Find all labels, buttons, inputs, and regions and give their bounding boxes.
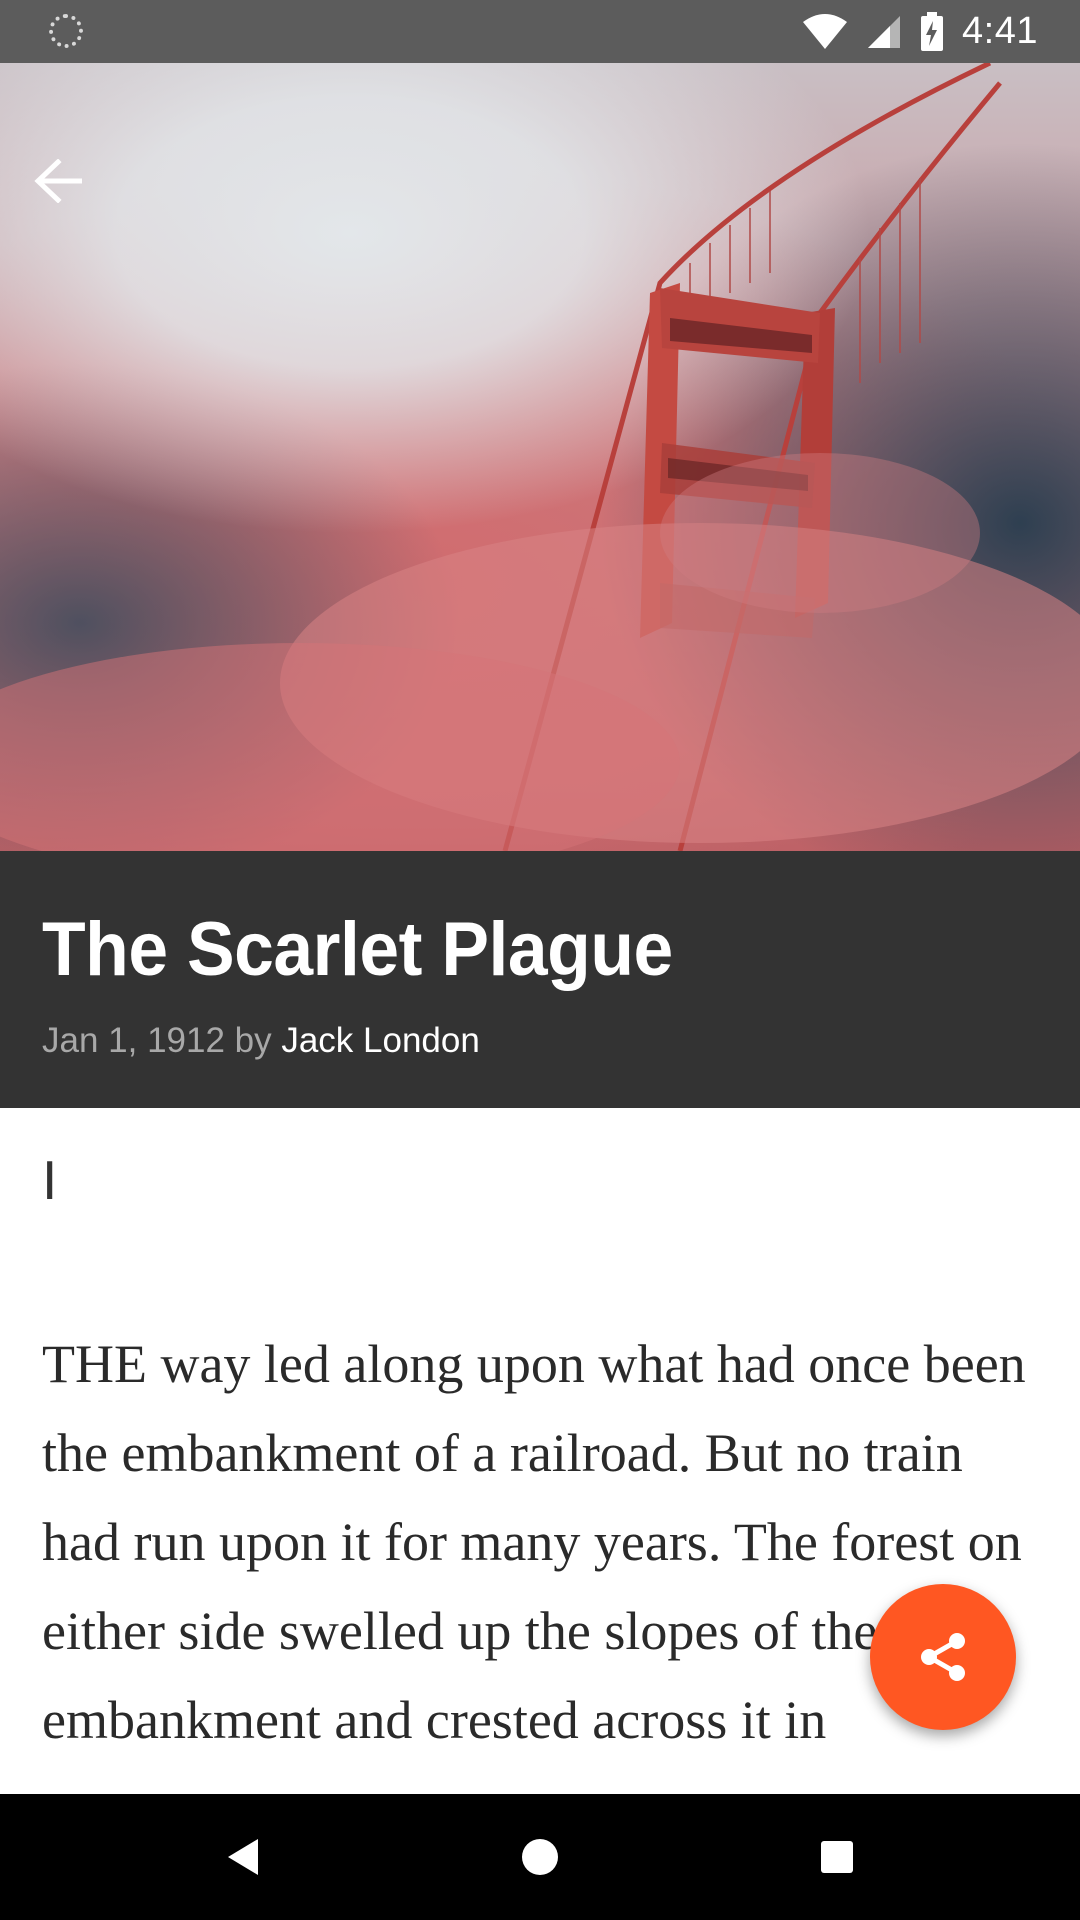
wifi-icon xyxy=(803,13,848,49)
recents-square-icon xyxy=(821,1841,853,1873)
battery-charging-icon xyxy=(921,11,944,51)
article-meta: Jan 1, 1912 by Jack London xyxy=(42,1021,480,1061)
navigation-bar xyxy=(0,1794,1080,1920)
back-triangle-icon xyxy=(228,1839,258,1875)
status-time: 4:41 xyxy=(962,10,1038,52)
article-author[interactable]: Jack London xyxy=(281,1021,479,1060)
arrow-back-icon xyxy=(34,159,82,203)
bridge-illustration xyxy=(0,63,1080,851)
share-button[interactable] xyxy=(870,1584,1016,1730)
loading-icon xyxy=(49,14,83,48)
article-title: The Scarlet Plague xyxy=(42,907,673,992)
nav-recents-button[interactable] xyxy=(802,1822,872,1892)
back-button[interactable] xyxy=(34,159,114,239)
share-icon xyxy=(921,1633,965,1681)
article-date: Jan 1, 1912 by xyxy=(42,1021,282,1060)
hero-image xyxy=(0,63,1080,851)
home-circle-icon xyxy=(522,1839,558,1875)
article-header: The Scarlet Plague Jan 1, 1912 by Jack L… xyxy=(0,851,1080,1108)
status-icons: 4:41 xyxy=(802,0,1038,63)
signal-icon xyxy=(868,15,901,48)
nav-back-button[interactable] xyxy=(207,1822,277,1892)
nav-home-button[interactable] xyxy=(505,1822,575,1892)
status-bar: 4:41 xyxy=(0,0,1080,63)
chapter-heading: I xyxy=(42,1152,58,1212)
